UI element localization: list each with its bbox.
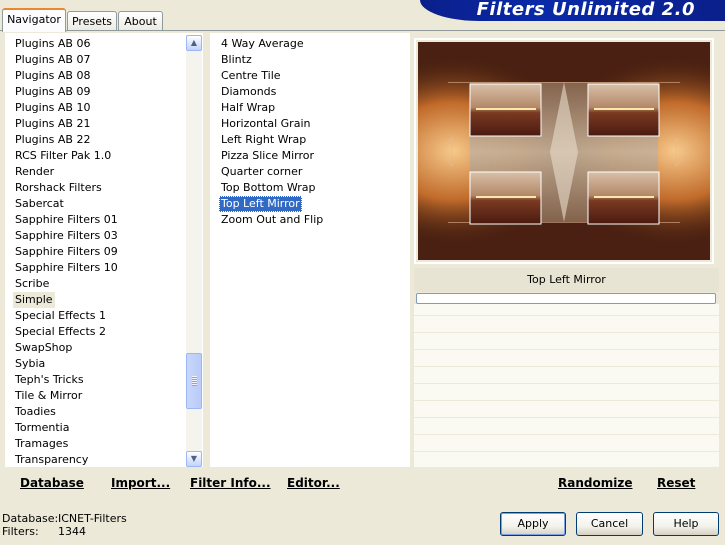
preview-title-strip: Top Left Mirror xyxy=(414,268,719,292)
list-item[interactable]: Rorshack Filters xyxy=(13,180,104,196)
filters-label: Filters: xyxy=(2,525,39,538)
list-item[interactable]: Tile & Mirror xyxy=(13,388,84,404)
list-item[interactable]: SwapShop xyxy=(13,340,74,356)
progress-bar xyxy=(416,293,716,304)
list-item[interactable]: Special Effects 2 xyxy=(13,324,108,340)
list-item[interactable]: Render xyxy=(13,164,56,180)
list-item[interactable]: Sapphire Filters 01 xyxy=(13,212,120,228)
tab-about[interactable]: About xyxy=(118,11,163,30)
help-button[interactable]: Help xyxy=(653,512,719,536)
list-item[interactable]: Sybia xyxy=(13,356,47,372)
database-link[interactable]: Database xyxy=(20,476,84,490)
list-item[interactable]: Plugins AB 21 xyxy=(13,116,92,132)
list-item[interactable]: Sapphire Filters 09 xyxy=(13,244,120,260)
list-item[interactable]: Quarter corner xyxy=(219,164,304,180)
randomize-link[interactable]: Randomize xyxy=(558,476,632,490)
list-item[interactable]: Diamonds xyxy=(219,84,278,100)
database-value: ICNET-Filters xyxy=(58,512,127,525)
preview-frame xyxy=(414,38,714,264)
list-item[interactable]: Zoom Out and Flip xyxy=(219,212,325,228)
cancel-button[interactable]: Cancel xyxy=(576,512,643,536)
list-item[interactable]: RCS Filter Pak 1.0 xyxy=(13,148,113,164)
scrollbar-thumb[interactable] xyxy=(186,353,202,409)
list-item[interactable]: Half Wrap xyxy=(219,100,277,116)
list-item[interactable]: Horizontal Grain xyxy=(219,116,312,132)
reset-link[interactable]: Reset xyxy=(657,476,695,490)
list-item[interactable]: Left Right Wrap xyxy=(219,132,308,148)
list-item[interactable]: Pizza Slice Mirror xyxy=(219,148,316,164)
parameters-area xyxy=(414,304,719,467)
app-title: Filters Unlimited 2.0 xyxy=(476,0,695,20)
list-item[interactable]: Top Bottom Wrap xyxy=(219,180,318,196)
apply-button[interactable]: Apply xyxy=(500,512,566,536)
list-item[interactable]: Plugins AB 08 xyxy=(13,68,92,84)
category-list[interactable]: Plugins AB 06 Plugins AB 07 Plugins AB 08 P… xyxy=(5,33,203,467)
list-item[interactable]: Plugins AB 10 xyxy=(13,100,92,116)
import-link[interactable]: Import... xyxy=(111,476,170,490)
list-item[interactable]: Plugins AB 06 xyxy=(13,36,92,52)
filter-info-link[interactable]: Filter Info... xyxy=(190,476,271,490)
chevron-down-icon[interactable]: ▼ xyxy=(186,451,202,467)
list-item[interactable]: Teph's Tricks xyxy=(13,372,86,388)
preview-image xyxy=(418,42,710,260)
chevron-up-icon[interactable]: ▲ xyxy=(186,35,202,51)
list-item[interactable]: Special Effects 1 xyxy=(13,308,108,324)
list-item[interactable]: Sapphire Filters 03 xyxy=(13,228,120,244)
list-item[interactable]: Scribe xyxy=(13,276,51,292)
tab-bar: Navigator Presets About xyxy=(0,0,420,32)
list-item[interactable]: Sabercat xyxy=(13,196,66,212)
tab-presets[interactable]: Presets xyxy=(67,11,117,30)
filters-count: 1344 xyxy=(58,525,86,538)
filter-list[interactable]: 4 Way Average Blintz Centre Tile Diamonds Ha… xyxy=(210,33,410,467)
list-item[interactable]: Sapphire Filters 10 xyxy=(13,260,120,276)
title-banner: Filters Unlimited 2.0 xyxy=(420,0,725,21)
tab-navigator[interactable]: Navigator xyxy=(2,8,66,32)
list-item[interactable]: Plugins AB 09 xyxy=(13,84,92,100)
list-item[interactable]: Plugins AB 22 xyxy=(13,132,92,148)
list-item[interactable]: Centre Tile xyxy=(219,68,283,84)
list-item[interactable]: Simple xyxy=(13,292,55,308)
preview-title: Top Left Mirror xyxy=(527,273,606,286)
database-label: Database: xyxy=(2,512,59,525)
list-item[interactable]: Toadies xyxy=(13,404,58,420)
editor-link[interactable]: Editor... xyxy=(287,476,340,490)
list-item[interactable]: Plugins AB 07 xyxy=(13,52,92,68)
list-item[interactable]: Tramages xyxy=(13,436,70,452)
category-scrollbar[interactable]: ▲ ▼ xyxy=(186,35,202,467)
list-item[interactable]: 4 Way Average xyxy=(219,36,306,52)
list-item[interactable]: Transparency xyxy=(13,452,90,467)
list-item[interactable]: Blintz xyxy=(219,52,254,68)
list-item[interactable]: Tormentia xyxy=(13,420,71,436)
list-item[interactable]: Top Left Mirror xyxy=(219,196,302,212)
